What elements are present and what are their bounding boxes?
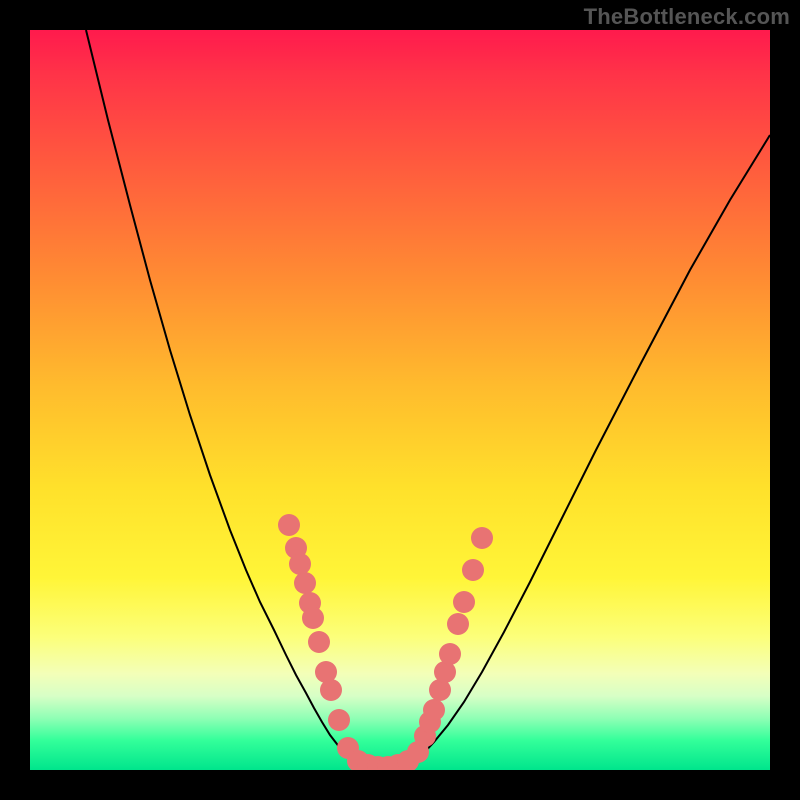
data-marker (439, 643, 461, 665)
curve-right (410, 135, 770, 765)
curve-left (86, 30, 360, 765)
data-marker (308, 631, 330, 653)
data-marker (289, 553, 311, 575)
chart-svg (30, 30, 770, 770)
chart-frame: TheBottleneck.com (0, 0, 800, 800)
data-marker (462, 559, 484, 581)
data-marker (320, 679, 342, 701)
plot-area (30, 30, 770, 770)
data-marker (294, 572, 316, 594)
data-marker (278, 514, 300, 536)
data-marker (471, 527, 493, 549)
data-marker (453, 591, 475, 613)
data-marker (302, 607, 324, 629)
attribution-watermark: TheBottleneck.com (584, 4, 790, 30)
markers-group (278, 514, 493, 770)
data-marker (328, 709, 350, 731)
data-marker (447, 613, 469, 635)
data-marker (423, 699, 445, 721)
